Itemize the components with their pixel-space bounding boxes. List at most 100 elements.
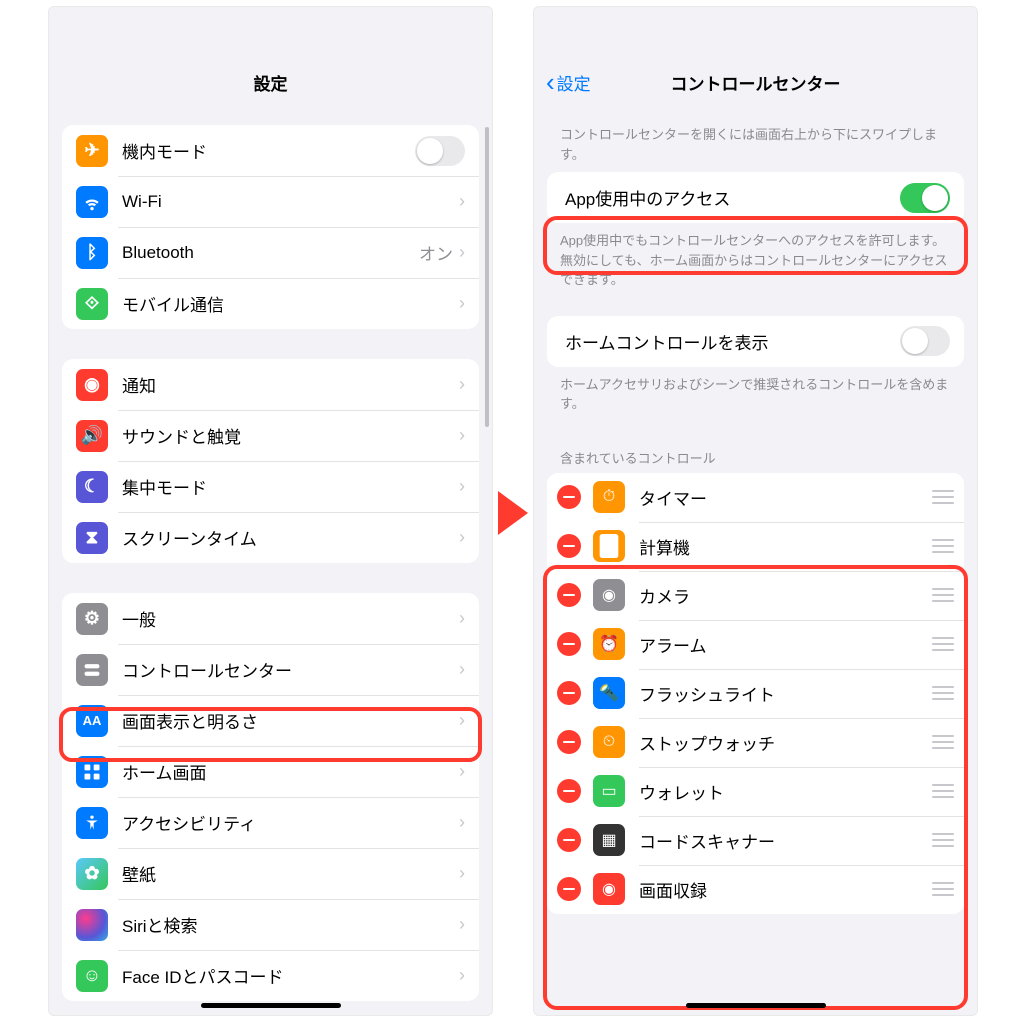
row-wallpaper[interactable]: ✿ 壁紙 › [62, 848, 479, 899]
caption-home: ホームアクセサリおよびシーンで推奨されるコントロールを含めます。 [534, 367, 977, 422]
calculator-icon [593, 530, 625, 562]
row-value: オン [419, 240, 453, 265]
hourglass-icon: ⧗ [76, 522, 108, 554]
drag-handle-icon[interactable] [932, 588, 954, 602]
row-label: 一般 [122, 606, 459, 631]
remove-button[interactable] [557, 485, 581, 509]
row-homescreen[interactable]: ホーム画面 › [62, 746, 479, 797]
ctrl-label: カメラ [639, 583, 932, 608]
flower-icon: ✿ [76, 858, 108, 890]
home-indicator[interactable] [201, 1003, 341, 1008]
grid-icon [76, 756, 108, 788]
person-icon [76, 807, 108, 839]
bluetooth-icon: ᛒ [76, 237, 108, 269]
row-display[interactable]: AA 画面表示と明るさ › [62, 695, 479, 746]
wallet-icon: ▭ [593, 775, 625, 807]
remove-button[interactable] [557, 681, 581, 705]
homecontrol-toggle[interactable] [900, 326, 950, 356]
chevron-right-icon: › [459, 659, 465, 680]
row-notifications[interactable]: ◉ 通知 › [62, 359, 479, 410]
ctrl-alarm[interactable]: ⏰ アラーム [547, 620, 964, 669]
access-toggle[interactable] [900, 183, 950, 213]
ctrl-codescan[interactable]: ▦ コードスキャナー [547, 816, 964, 865]
record-icon: ◉ [593, 873, 625, 905]
drag-handle-icon[interactable] [932, 735, 954, 749]
ctrl-label: 計算機 [639, 534, 932, 559]
row-wifi[interactable]: Wi-Fi › [62, 176, 479, 227]
scrollbar[interactable] [485, 127, 489, 427]
row-controlcenter[interactable]: コントロールセンター › [62, 644, 479, 695]
row-label: 画面表示と明るさ [122, 708, 459, 733]
row-faceid[interactable]: ☺ Face IDとパスコード › [62, 950, 479, 1001]
row-label: モバイル通信 [122, 291, 459, 316]
remove-button[interactable] [557, 632, 581, 656]
flashlight-icon: 🔦 [593, 677, 625, 709]
ctrl-stopwatch[interactable]: ⏲ ストップウォッチ [547, 718, 964, 767]
settings-group-alerts: ◉ 通知 › 🔊 サウンドと触覚 › ☾ 集中モード › ⧗ スクリーンタイム … [62, 359, 479, 563]
row-label: Face IDとパスコード [122, 963, 459, 988]
row-accessibility[interactable]: アクセシビリティ › [62, 797, 479, 848]
remove-button[interactable] [557, 534, 581, 558]
row-bluetooth[interactable]: ᛒ Bluetooth オン › [62, 227, 479, 278]
drag-handle-icon[interactable] [932, 686, 954, 700]
ctrl-label: タイマー [639, 485, 932, 510]
ctrl-calculator[interactable]: 計算機 [547, 522, 964, 571]
chevron-right-icon: › [459, 242, 465, 263]
page-title: コントロールセンター [534, 70, 977, 95]
ctrl-flashlight[interactable]: 🔦 フラッシュライト [547, 669, 964, 718]
home-indicator[interactable] [686, 1003, 826, 1008]
remove-button[interactable] [557, 877, 581, 901]
airplane-icon: ✈ [76, 135, 108, 167]
row-label: アクセシビリティ [122, 810, 459, 835]
row-access[interactable]: App使用中のアクセス [547, 172, 964, 223]
chevron-right-icon: › [459, 527, 465, 548]
alarm-icon: ⏰ [593, 628, 625, 660]
airplane-toggle[interactable] [415, 136, 465, 166]
row-screentime[interactable]: ⧗ スクリーンタイム › [62, 512, 479, 563]
caption-swipe: コントロールセンターを開くには画面右上から下にスワイプします。 [534, 107, 977, 172]
speaker-icon: 🔊 [76, 420, 108, 452]
remove-button[interactable] [557, 828, 581, 852]
row-label: 集中モード [122, 474, 459, 499]
controlcenter-screen: ‹ 設定 コントロールセンター コントロールセンターを開くには画面右上から下にス… [533, 6, 978, 1016]
chevron-right-icon: › [459, 608, 465, 629]
arrow-right-icon [498, 491, 528, 535]
drag-handle-icon[interactable] [932, 784, 954, 798]
ctrl-camera[interactable]: ◉ カメラ [547, 571, 964, 620]
row-homecontrol[interactable]: ホームコントロールを表示 [547, 316, 964, 367]
drag-handle-icon[interactable] [932, 882, 954, 896]
ctrl-label: アラーム [639, 632, 932, 657]
included-controls: ⏱ タイマー 計算機 ◉ カメラ ⏰ アラーム 🔦 フラッシュライト [547, 473, 964, 914]
drag-handle-icon[interactable] [932, 833, 954, 847]
drag-handle-icon[interactable] [932, 637, 954, 651]
drag-handle-icon[interactable] [932, 539, 954, 553]
access-group: App使用中のアクセス [547, 172, 964, 223]
row-general[interactable]: ⚙ 一般 › [62, 593, 479, 644]
antenna-icon: ⟐ [76, 288, 108, 320]
moon-icon: ☾ [76, 471, 108, 503]
row-airplane[interactable]: ✈ 機内モード [62, 125, 479, 176]
row-focus[interactable]: ☾ 集中モード › [62, 461, 479, 512]
ctrl-timer[interactable]: ⏱ タイマー [547, 473, 964, 522]
row-siri[interactable]: Siriと検索 › [62, 899, 479, 950]
drag-handle-icon[interactable] [932, 490, 954, 504]
ctrl-screenrec[interactable]: ◉ 画面収録 [547, 865, 964, 914]
row-sound[interactable]: 🔊 サウンドと触覚 › [62, 410, 479, 461]
row-label: App使用中のアクセス [565, 185, 900, 210]
remove-button[interactable] [557, 779, 581, 803]
nav-bar: ‹ 設定 コントロールセンター [534, 7, 977, 107]
remove-button[interactable] [557, 730, 581, 754]
row-cellular[interactable]: ⟐ モバイル通信 › [62, 278, 479, 329]
row-label: ホーム画面 [122, 759, 459, 784]
wifi-icon [76, 186, 108, 218]
bell-icon: ◉ [76, 369, 108, 401]
ctrl-wallet[interactable]: ▭ ウォレット [547, 767, 964, 816]
chevron-right-icon: › [459, 863, 465, 884]
remove-button[interactable] [557, 583, 581, 607]
ctrl-label: ウォレット [639, 779, 932, 804]
row-label: ホームコントロールを表示 [565, 329, 900, 354]
siri-icon [76, 909, 108, 941]
aa-icon: AA [76, 705, 108, 737]
settings-screen: 設定 ✈ 機内モード Wi-Fi › ᛒ Bluetooth オン › ⟐ モバ… [48, 6, 493, 1016]
row-label: スクリーンタイム [122, 525, 459, 550]
